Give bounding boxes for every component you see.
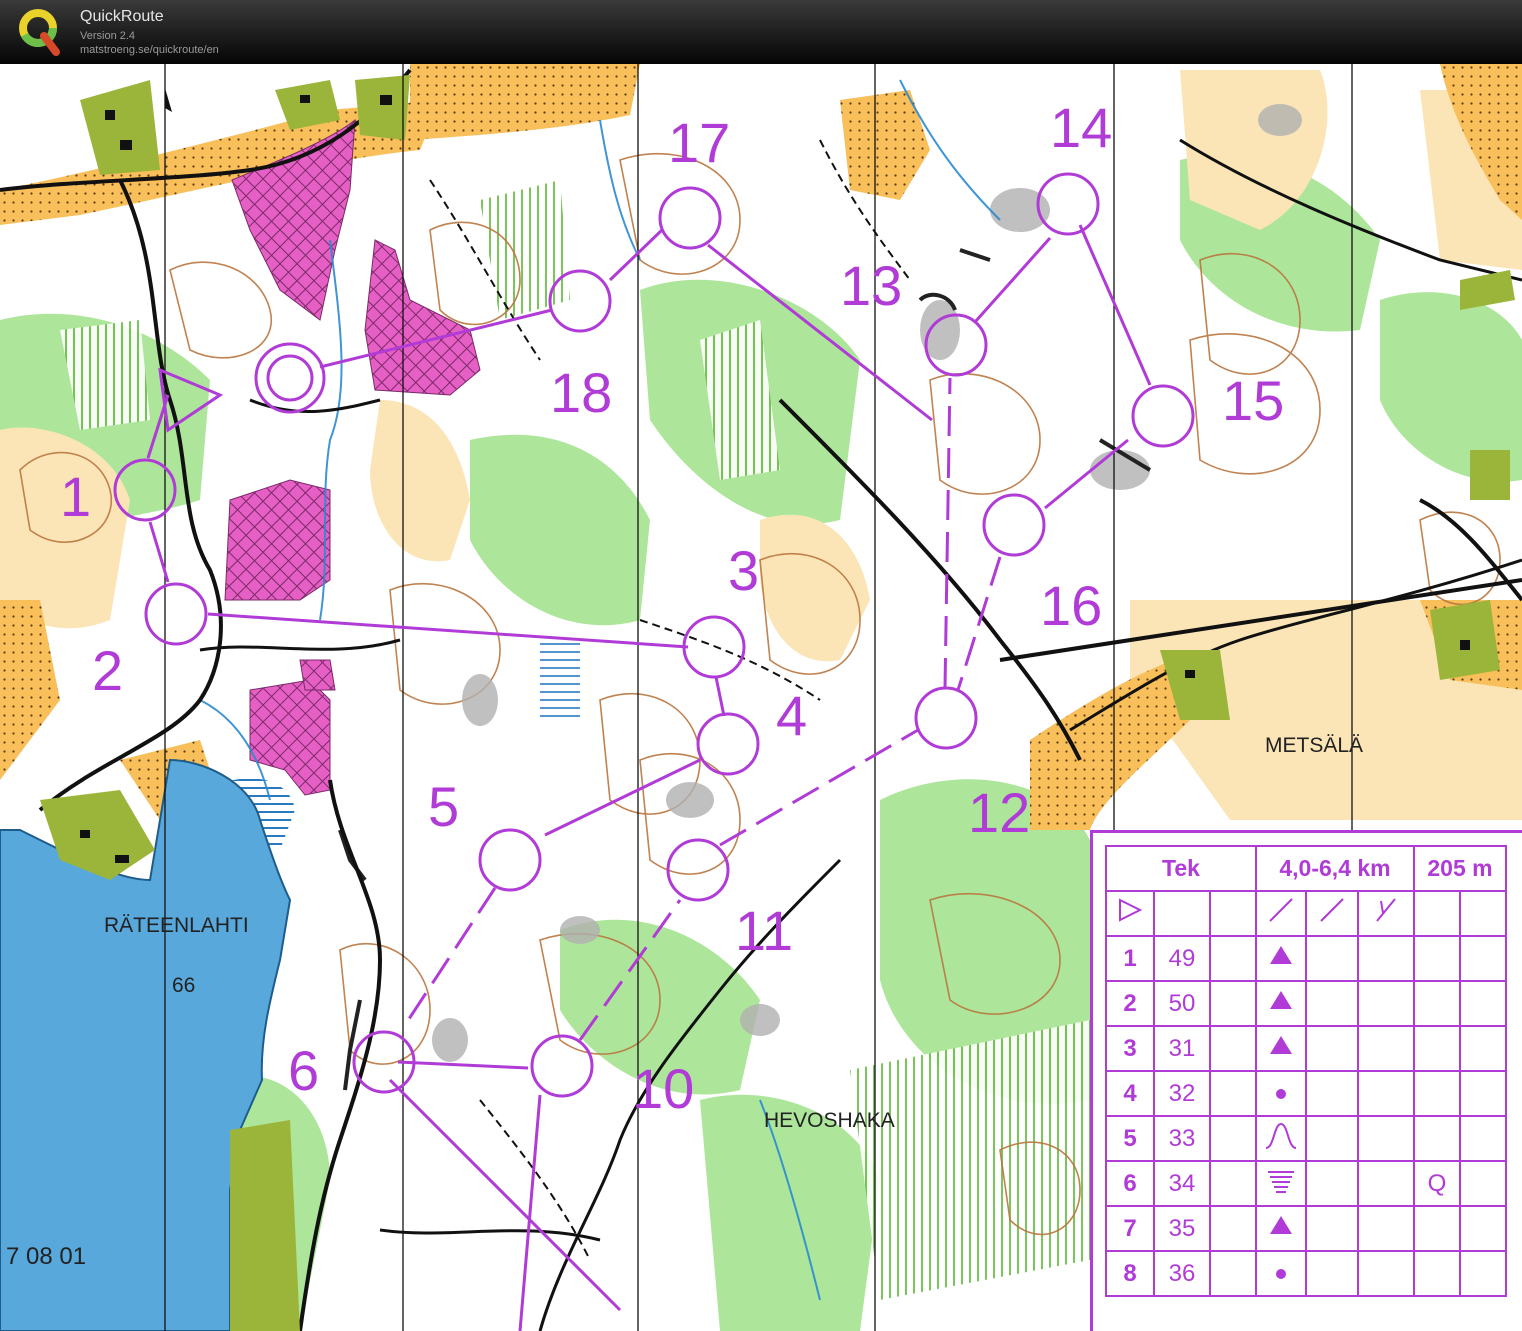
control-number: 10 <box>632 1057 694 1120</box>
control-code-cell: 35 <box>1153 1205 1211 1252</box>
title-bar: QuickRoute Version 2.4 matstroeng.se/qui… <box>0 0 1522 64</box>
marsh-area <box>540 640 580 720</box>
control-number: 6 <box>288 1039 319 1102</box>
dot-symbol-icon <box>1255 1070 1307 1117</box>
map-code: 7 08 01 <box>6 1243 86 1270</box>
control-number-cell: 1 <box>1105 935 1155 982</box>
course-class: Tek <box>1105 845 1257 892</box>
knoll-symbol-icon <box>1255 1115 1307 1162</box>
course-climb: 205 m <box>1413 845 1507 892</box>
control-number-cell: 4 <box>1105 1070 1155 1117</box>
app-version: Version 2.4 <box>80 30 136 42</box>
description-header-row: Tek 4,0-6,4 km 205 m <box>1105 845 1507 892</box>
control-number: 1 <box>60 465 91 528</box>
control-number-cell: 3 <box>1105 1025 1155 1072</box>
control-description-table: Tek 4,0-6,4 km 205 m 1 49 2 50 3 31 4 32… <box>1105 845 1507 1297</box>
extra-symbol-cell: Q <box>1413 1160 1461 1207</box>
control-number: 14 <box>1050 96 1112 159</box>
place-name-lake: RÄTEENLAHTI <box>104 914 249 937</box>
control-code-cell: 33 <box>1153 1115 1211 1162</box>
quickroute-logo-icon <box>19 9 60 56</box>
control-number: 11 <box>735 899 793 962</box>
marsh-symbol-icon <box>1255 1160 1307 1207</box>
control-code-cell: 36 <box>1153 1250 1211 1297</box>
control-number: 13 <box>840 254 902 317</box>
description-row-2: 2 50 <box>1105 980 1507 1027</box>
app-url: matstroeng.se/quickroute/en <box>80 44 219 56</box>
description-row-7: 7 35 <box>1105 1205 1507 1252</box>
control-code-cell: 34 <box>1153 1160 1211 1207</box>
control-description-sheet: Tek 4,0-6,4 km 205 m 1 49 2 50 3 31 4 32… <box>1090 830 1522 1331</box>
triangle-symbol-icon <box>1255 935 1307 982</box>
control-number-cell: 5 <box>1105 1115 1155 1162</box>
fork-symbol-icon <box>1357 890 1415 937</box>
control-number-cell: 2 <box>1105 980 1155 1027</box>
description-row-8: 8 36 <box>1105 1250 1507 1297</box>
place-name-metsala: METSÄLÄ <box>1265 734 1363 757</box>
description-row-1: 1 49 <box>1105 935 1507 982</box>
course-length: 4,0-6,4 km <box>1255 845 1415 892</box>
place-name-hevoshaka: HEVOSHAKA <box>764 1109 895 1132</box>
control-number: 4 <box>776 684 807 747</box>
description-row-4: 4 32 <box>1105 1070 1507 1117</box>
control-number-cell: 6 <box>1105 1160 1155 1207</box>
control-code-cell: 31 <box>1153 1025 1211 1072</box>
description-row-5: 5 33 <box>1105 1115 1507 1162</box>
control-number: 3 <box>728 539 759 602</box>
spot-height: 66 <box>172 974 195 997</box>
slash-symbol-icon <box>1305 890 1359 937</box>
control-number: 16 <box>1040 574 1102 637</box>
control-number: 18 <box>550 361 612 424</box>
control-number-cell: 8 <box>1105 1250 1155 1297</box>
slash-symbol-icon <box>1255 890 1307 937</box>
control-number-cell: 7 <box>1105 1205 1155 1252</box>
control-number: 15 <box>1222 369 1284 432</box>
description-start-row <box>1105 890 1507 937</box>
app-title: QuickRoute <box>80 8 164 25</box>
dot-symbol-icon <box>1255 1250 1307 1297</box>
control-number: 2 <box>92 639 123 702</box>
control-number: 5 <box>428 775 459 838</box>
triangle-symbol-icon <box>1255 1025 1307 1072</box>
triangle-symbol-icon <box>1255 1205 1307 1252</box>
control-code-cell: 49 <box>1153 935 1211 982</box>
control-code-cell: 50 <box>1153 980 1211 1027</box>
start-symbol-icon <box>1105 890 1155 937</box>
description-row-6: 6 34 Q <box>1105 1160 1507 1207</box>
control-code-cell: 32 <box>1153 1070 1211 1117</box>
description-row-3: 3 31 <box>1105 1025 1507 1072</box>
control-number: 17 <box>668 111 730 174</box>
control-number: 12 <box>968 781 1030 844</box>
triangle-symbol-icon <box>1255 980 1307 1027</box>
